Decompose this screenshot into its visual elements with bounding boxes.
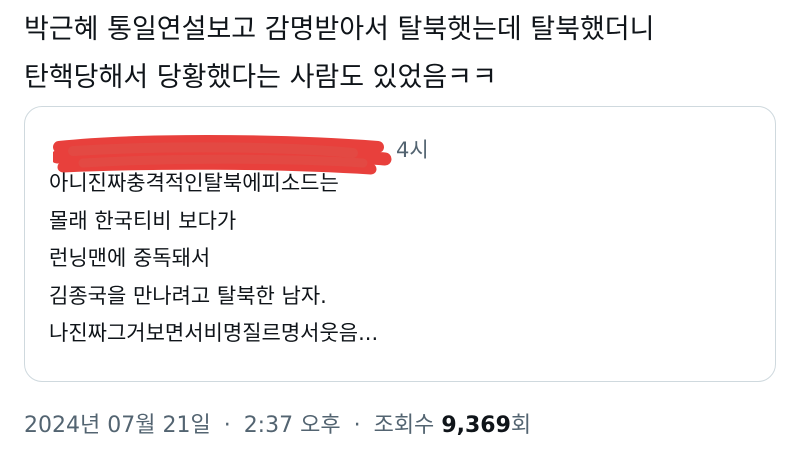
- tweet: 박근혜 통일연설보고 감명받아서 탈북햇는데 탈북했더니 탄핵당해서 당황했다는…: [0, 0, 800, 460]
- views-label: 조회수: [373, 413, 435, 438]
- meta-separator: ·: [353, 413, 361, 438]
- tweet-date[interactable]: 2024년 07월 21일: [24, 413, 211, 438]
- quote-tweet-card[interactable]: 4시 아니진짜충격적인탈북에피소드는 몰래 한국티비 보다가 런닝맨에 중독돼서…: [24, 106, 776, 382]
- quote-text-line: 나진짜그거보면서비명질르명서웃음...: [49, 321, 379, 345]
- meta-separator: ·: [223, 413, 231, 438]
- views-unit: 회: [510, 413, 532, 438]
- tweet-text: 박근혜 통일연설보고 감명받아서 탈북햇는데 탈북했더니 탄핵당해서 당황했다는…: [24, 6, 774, 102]
- quote-text-line: 몰래 한국티비 보다가: [49, 208, 237, 233]
- tweet-text-line: 탄핵당해서 당황했다는 사람도 있었음ㅋㅋ: [24, 62, 497, 93]
- quote-text: 아니진짜충격적인탈북에피소드는 몰래 한국티비 보다가 런닝맨에 중독돼서 김종…: [49, 165, 749, 353]
- views-count: 9,369: [441, 413, 511, 438]
- quote-text-line: 김종국을 만나려고 탈북한 남자.: [49, 283, 327, 308]
- quote-text-line: 런닝맨에 중독돼서: [49, 246, 211, 270]
- quote-text-line: 아니진짜충격적인탈북에피소드는: [49, 171, 339, 195]
- tweet-text-line: 박근혜 통일연설보고 감명받아서 탈북햇는데 탈북했더니: [24, 14, 655, 45]
- quote-timestamp[interactable]: 4시: [396, 136, 429, 164]
- tweet-time[interactable]: 2:37 오후: [244, 413, 341, 438]
- tweet-meta: 2024년 07월 21일 · 2:37 오후 · 조회수 9,369회: [24, 410, 531, 442]
